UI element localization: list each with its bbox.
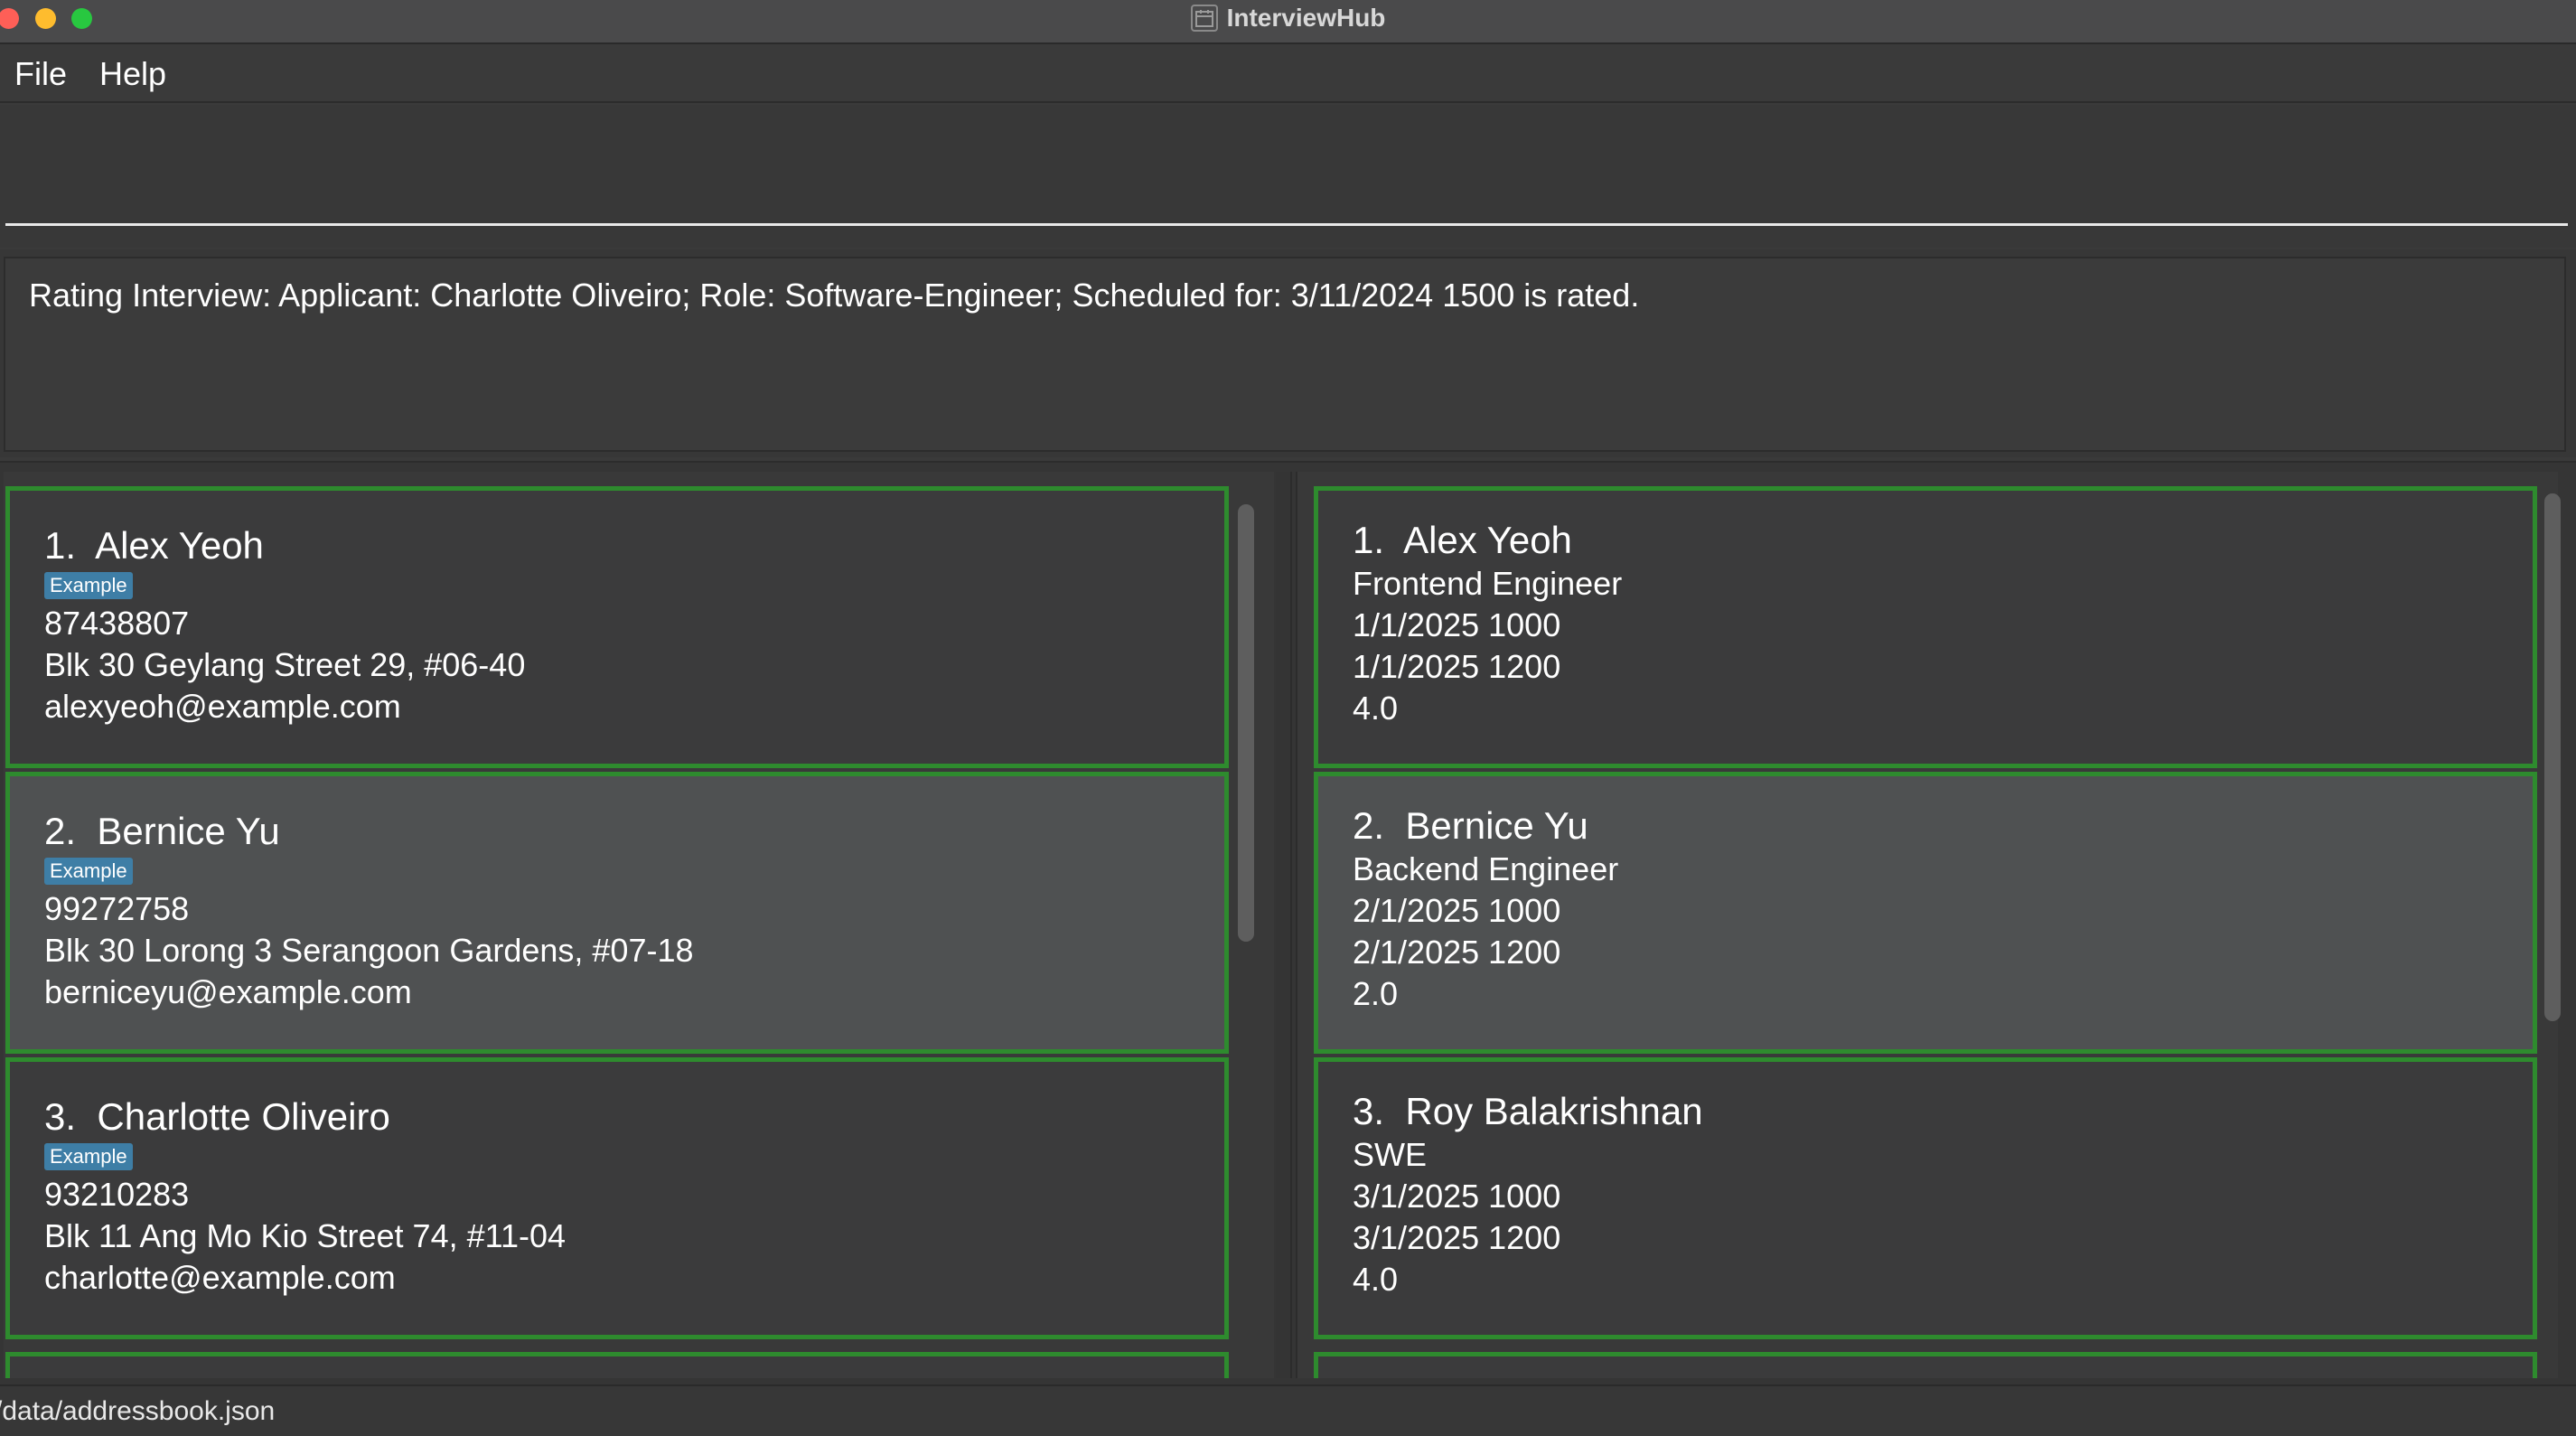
interview-name: Roy Balakrishnan xyxy=(1405,1090,1703,1132)
person-index: 3. xyxy=(44,1095,77,1138)
interview-card-next[interactable] xyxy=(1314,1352,2537,1378)
interview-index: 3. xyxy=(1353,1090,1385,1132)
save-location: /data/addressbook.json xyxy=(0,1395,276,1426)
person-address: Blk 30 Geylang Street 29, #06-40 xyxy=(44,646,526,683)
result-display-area: Rating Interview: Applicant: Charlotte O… xyxy=(0,249,2576,457)
interview-list-scrollbar[interactable] xyxy=(2544,493,2561,1021)
menu-bar: File Help xyxy=(0,46,2576,103)
interview-start: 2/1/2025 1000 xyxy=(1353,892,1561,929)
person-card-header: 1. Alex Yeoh xyxy=(44,523,1195,568)
person-email: berniceyu@example.com xyxy=(44,973,412,1010)
menu-file[interactable]: File xyxy=(14,55,67,93)
interview-role: SWE xyxy=(1353,1136,1428,1173)
person-phone: 87438807 xyxy=(44,605,190,642)
calendar-icon xyxy=(1190,5,1218,32)
person-card-next[interactable] xyxy=(5,1352,1229,1378)
interview-card[interactable]: 1. Alex Yeoh Frontend Engineer 1/1/2025 … xyxy=(1314,486,2537,768)
person-card[interactable]: 2. Bernice Yu Example 99272758 Blk 30 Lo… xyxy=(5,772,1229,1054)
interview-rating: 4.0 xyxy=(1353,1261,1399,1298)
interview-rating: 2.0 xyxy=(1353,975,1399,1012)
person-tag: Example xyxy=(44,858,133,885)
interview-name: Bernice Yu xyxy=(1405,804,1588,847)
person-phone: 99272758 xyxy=(44,890,190,927)
person-card[interactable]: 1. Alex Yeoh Example 87438807 Blk 30 Gey… xyxy=(5,486,1229,768)
title-bar: InterviewHub xyxy=(0,0,2576,44)
menu-help[interactable]: Help xyxy=(99,55,166,93)
person-email: charlotte@example.com xyxy=(44,1259,396,1296)
interview-role: Frontend Engineer xyxy=(1353,565,1623,602)
person-card-header: 2. Bernice Yu xyxy=(44,809,1195,854)
interview-end: 3/1/2025 1200 xyxy=(1353,1219,1561,1256)
person-email: alexyeoh@example.com xyxy=(44,688,401,725)
interview-card[interactable]: 2. Bernice Yu Backend Engineer 2/1/2025 … xyxy=(1314,772,2537,1054)
interview-start: 3/1/2025 1000 xyxy=(1353,1178,1561,1215)
interview-index: 1. xyxy=(1353,519,1385,561)
person-name: Charlotte Oliveiro xyxy=(97,1095,390,1138)
interview-end: 1/1/2025 1200 xyxy=(1353,648,1561,685)
interview-card-header: 2. Bernice Yu xyxy=(1353,803,2504,849)
interview-list-panel[interactable]: 1. Alex Yeoh Frontend Engineer 1/1/2025 … xyxy=(1296,472,2558,1378)
window-title-wrap: InterviewHub xyxy=(0,0,2576,36)
person-list-panel[interactable]: 1. Alex Yeoh Example 87438807 Blk 30 Gey… xyxy=(4,472,1274,1378)
person-phone: 93210283 xyxy=(44,1176,190,1213)
interview-card-header: 1. Alex Yeoh xyxy=(1353,518,2504,563)
command-input[interactable] xyxy=(5,123,2568,226)
person-card[interactable]: 3. Charlotte Oliveiro Example 93210283 B… xyxy=(5,1057,1229,1339)
result-display: Rating Interview: Applicant: Charlotte O… xyxy=(4,257,2566,452)
person-tag: Example xyxy=(44,1143,133,1170)
interview-card-header: 3. Roy Balakrishnan xyxy=(1353,1089,2504,1134)
person-card-header: 3. Charlotte Oliveiro xyxy=(44,1094,1195,1140)
person-list-scrollbar[interactable] xyxy=(1238,504,1254,942)
person-name: Bernice Yu xyxy=(97,810,280,852)
interview-rating: 4.0 xyxy=(1353,690,1399,727)
command-box-area xyxy=(0,105,2576,248)
interview-card[interactable]: 3. Roy Balakrishnan SWE 3/1/2025 1000 3/… xyxy=(1314,1057,2537,1339)
person-tag: Example xyxy=(44,572,133,599)
status-bar: /data/addressbook.json xyxy=(0,1384,2576,1436)
interview-start: 1/1/2025 1000 xyxy=(1353,606,1561,643)
interview-end: 2/1/2025 1200 xyxy=(1353,934,1561,971)
interview-index: 2. xyxy=(1353,804,1385,847)
person-address: Blk 11 Ang Mo Kio Street 74, #11-04 xyxy=(44,1217,567,1254)
interview-name: Alex Yeoh xyxy=(1403,519,1572,561)
panel-divider[interactable] xyxy=(1276,472,1292,1378)
person-index: 2. xyxy=(44,810,77,852)
person-index: 1. xyxy=(44,524,77,567)
person-address: Blk 30 Lorong 3 Serangoon Gardens, #07-1… xyxy=(44,932,694,969)
person-name: Alex Yeoh xyxy=(95,524,264,567)
window-title: InterviewHub xyxy=(1226,4,1386,32)
lists-area: 1. Alex Yeoh Example 87438807 Blk 30 Gey… xyxy=(0,461,2576,1384)
interview-role: Backend Engineer xyxy=(1353,850,1619,887)
